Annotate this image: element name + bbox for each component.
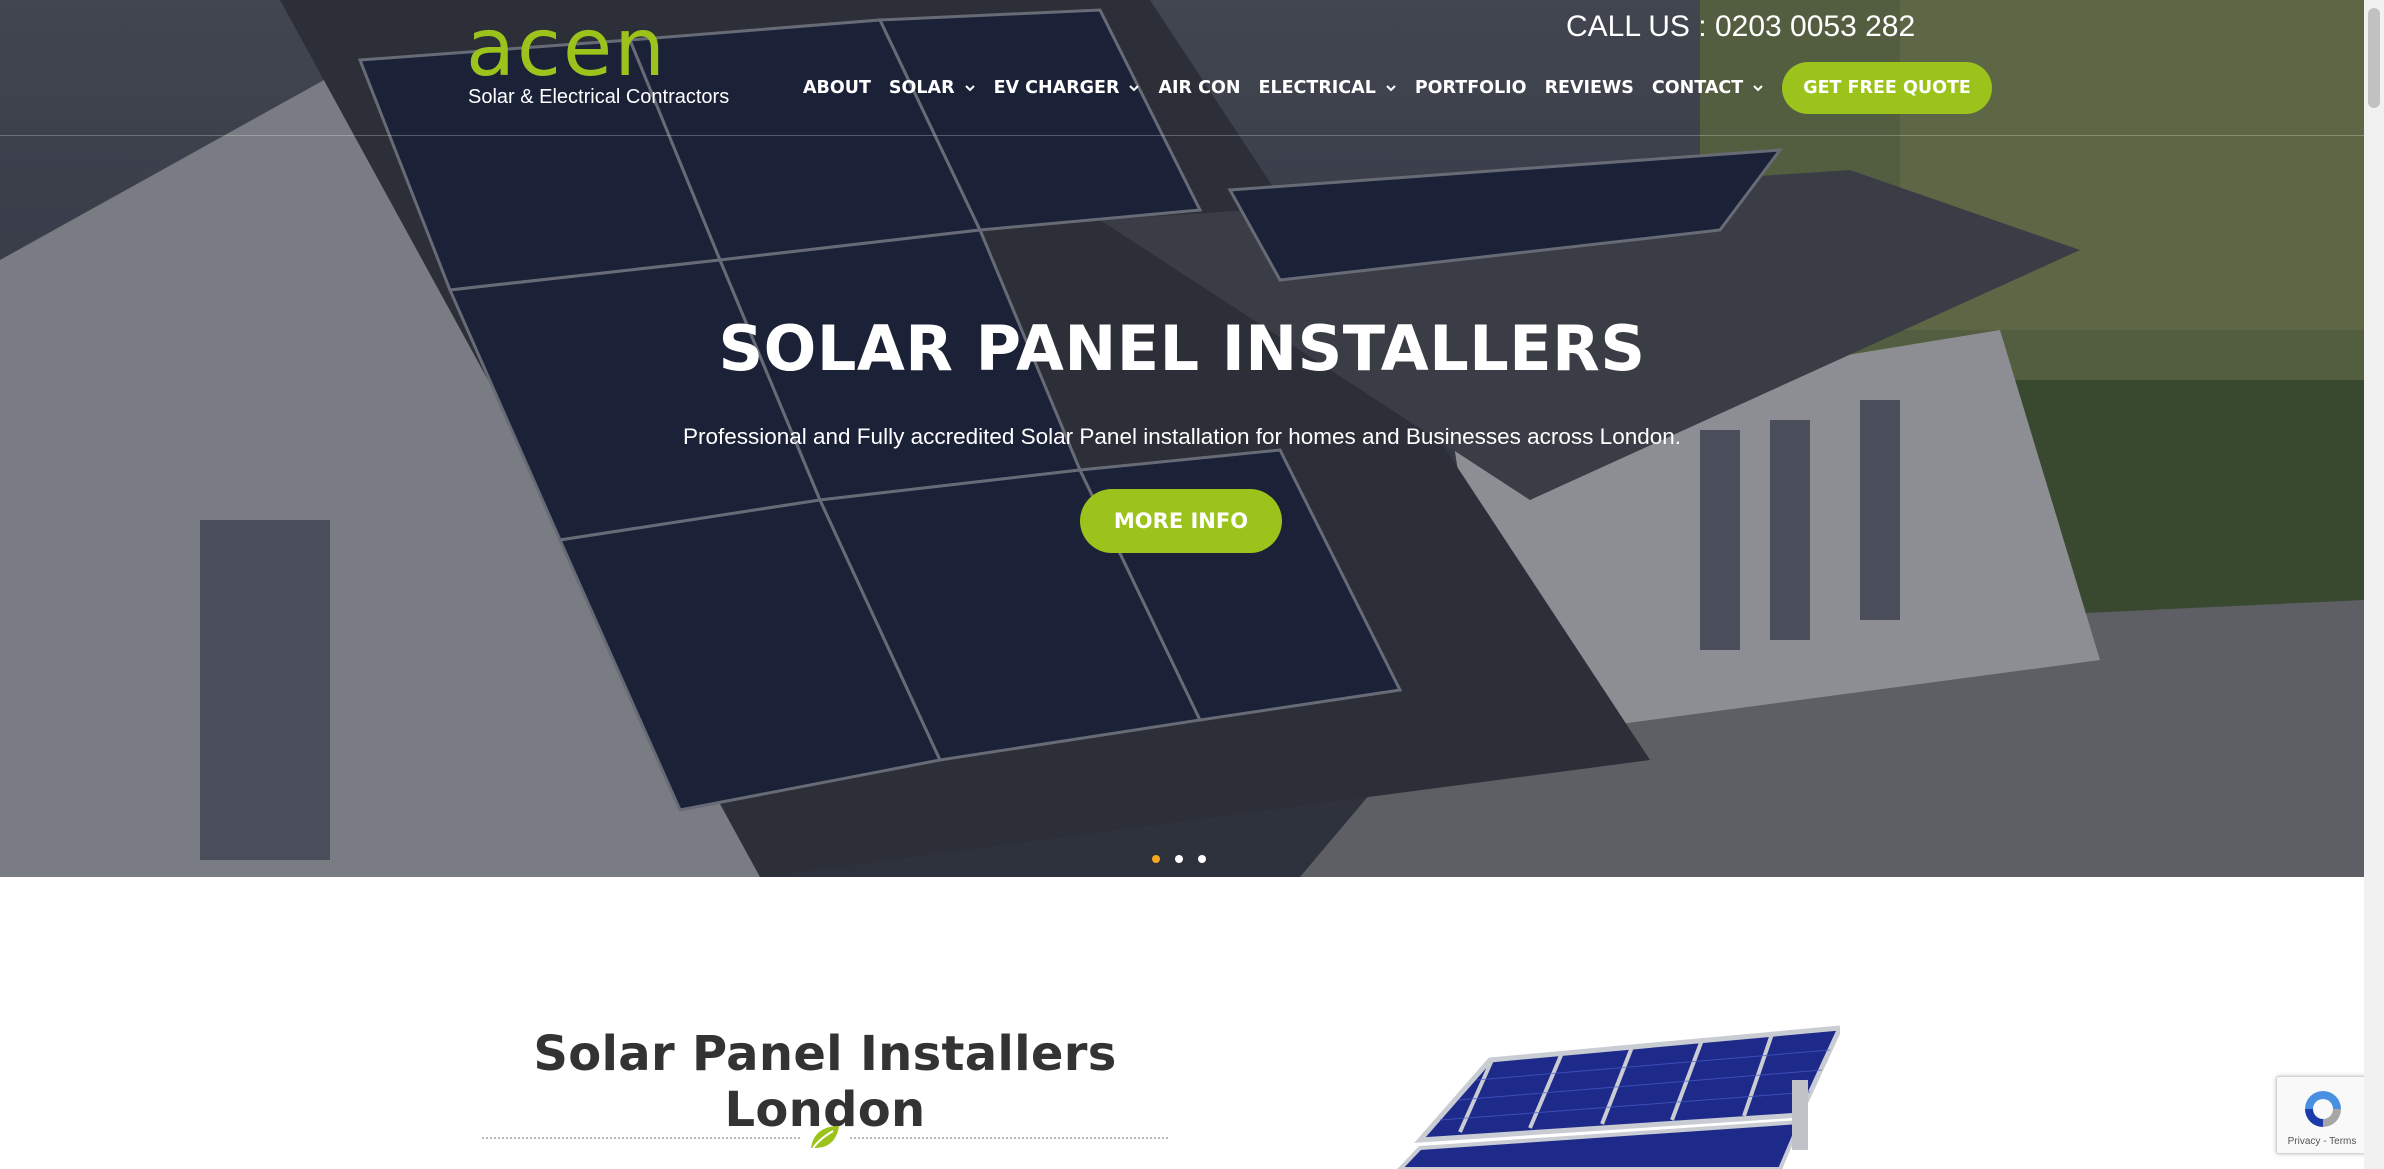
hero-banner: acen Solar & Electrical Contractors CALL…	[0, 0, 2364, 877]
more-info-button[interactable]: MORE INFO	[1080, 489, 1282, 553]
get-free-quote-button[interactable]: GET FREE QUOTE	[1782, 62, 1992, 114]
logo-wordmark: acen	[466, 1, 667, 94]
leaf-icon	[811, 1126, 839, 1149]
header-divider	[0, 135, 2364, 136]
main-nav: ABOUT SOLAR EV CHARGER AIR CON ELECTRICA…	[803, 62, 1992, 114]
nav-label: AIR CON	[1158, 78, 1241, 98]
hero-subtitle: Professional and Fully accredited Solar …	[682, 424, 1682, 449]
page-scrollbar[interactable]	[2364, 0, 2384, 1169]
logo[interactable]: acen Solar & Electrical Contractors	[466, 8, 730, 110]
nav-item-portfolio[interactable]: PORTFOLIO	[1415, 78, 1527, 98]
chevron-down-icon	[1753, 85, 1763, 92]
nav-item-air-con[interactable]: AIR CON	[1158, 78, 1240, 98]
nav-item-reviews[interactable]: REVIEWS	[1545, 78, 1634, 98]
nav-label: REVIEWS	[1544, 78, 1634, 98]
scrollbar-thumb[interactable]	[2368, 8, 2380, 108]
slider-dot-1[interactable]	[1152, 855, 1160, 863]
section-divider	[482, 1122, 1168, 1152]
chevron-down-icon	[1129, 85, 1140, 92]
chevron-down-icon	[1386, 85, 1396, 92]
nav-label: PORTFOLIO	[1414, 78, 1527, 98]
call-us-phone[interactable]: CALL US : 0203 0053 282	[1566, 10, 1915, 44]
nav-item-about[interactable]: ABOUT	[803, 78, 871, 98]
nav-item-electrical[interactable]: ELECTRICAL	[1258, 78, 1396, 98]
nav-label: ELECTRICAL	[1258, 78, 1376, 98]
nav-item-ev-charger[interactable]: EV CHARGER	[994, 78, 1141, 98]
slider-dots	[1152, 855, 1221, 863]
recaptcha-links[interactable]: Privacy - Terms	[2277, 1136, 2367, 1147]
nav-item-solar[interactable]: SOLAR	[889, 78, 976, 98]
recaptcha-badge[interactable]: Privacy - Terms	[2276, 1076, 2368, 1154]
chevron-down-icon	[964, 85, 975, 92]
divider-line-left	[482, 1137, 800, 1139]
nav-label: SOLAR	[888, 78, 955, 98]
recaptcha-icon	[2305, 1091, 2341, 1127]
logo-tagline: Solar & Electrical Contractors	[468, 86, 730, 108]
divider-line-right	[850, 1137, 1168, 1139]
nav-label: ABOUT	[803, 78, 871, 98]
nav-item-contact[interactable]: CONTACT	[1652, 78, 1764, 98]
slider-dot-2[interactable]	[1175, 855, 1183, 863]
solar-panel-image	[1397, 1025, 1840, 1169]
nav-label: CONTACT	[1651, 78, 1744, 98]
slider-dot-3[interactable]	[1198, 855, 1206, 863]
hero-title: SOLAR PANEL INSTALLERS	[718, 312, 1646, 385]
nav-label: EV CHARGER	[993, 78, 1120, 98]
